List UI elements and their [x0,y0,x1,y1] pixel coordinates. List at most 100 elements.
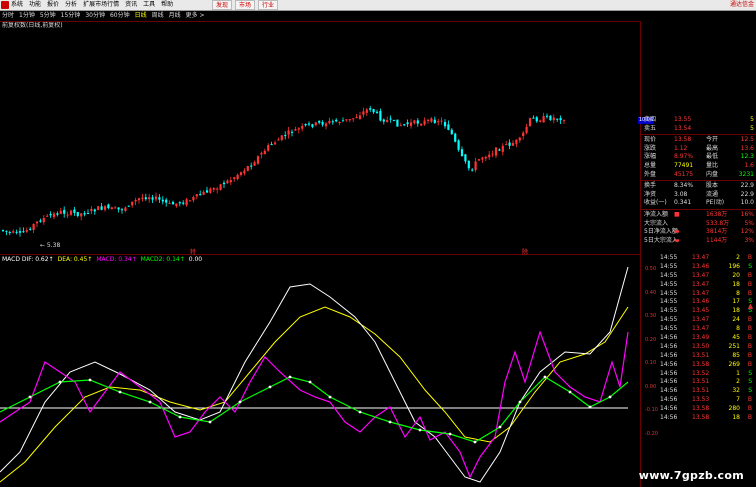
quote-value: ▬ [674,228,680,236]
ext-button[interactable]: 行业 [258,0,279,10]
candle-body [52,213,56,218]
candle-body [532,117,535,119]
period-tab[interactable]: 15分钟 [61,11,81,21]
candle-body [494,147,498,156]
candle-body [450,129,453,135]
period-tab[interactable]: 日线 [135,11,147,21]
quote-value-2: 13.6 [740,144,754,152]
ext-button[interactable]: 发现 [212,0,233,10]
candle-body [301,125,304,129]
quote-value: 45175 [674,170,694,178]
quote-value-2: 16% [740,210,754,218]
quote-value: 13.58 [674,136,692,144]
tick-row: 14:55 13.47 8 B [642,325,756,334]
tick-time: 14:55 [660,254,678,261]
macd2-dot [388,420,392,424]
candle-body [243,170,246,174]
candle-body [382,119,385,122]
chart-title: 前复权数(日线,前复权) [2,22,63,29]
candle-body [464,154,467,162]
menu-item[interactable]: 分析 [65,1,77,9]
tick-volume: 45 [732,334,740,342]
candle-body [8,231,11,233]
tick-price: 13.58 [692,405,710,413]
quote-value: ■ [674,210,680,218]
candle-body [171,201,175,205]
candle-body [321,122,324,125]
candle-body [311,124,314,127]
candle-body [365,109,368,113]
period-tab[interactable]: 60分钟 [110,11,130,21]
tick-time: 14:56 [660,387,678,395]
candle-body [76,211,79,217]
period-tab[interactable]: 1分钟 [19,11,35,21]
candle-body [348,119,351,121]
quote-value: 8.97% [674,153,694,161]
tick-scrollbar[interactable]: ▲ [745,300,756,450]
quote-value-2: 3231 [738,170,754,178]
period-tab[interactable]: 分时 [2,11,14,21]
menu-item[interactable]: 资讯 [125,1,137,9]
candle-body [379,110,382,121]
macd-chart[interactable] [0,262,640,487]
candle-body [488,154,491,158]
candle-body [511,142,515,146]
tick-price: 13.47 [692,271,710,279]
quote-value-2: 12% [740,228,754,236]
candle-body [396,119,399,127]
macd2-dot [308,380,312,384]
candle-body [481,157,484,160]
menu-item[interactable]: 报价 [47,1,59,9]
quote-value: 1.12 [674,144,688,152]
candle-body [69,210,73,215]
quote-row: 大宗流入 533.8万 5% [642,220,756,229]
quote-value: 13.55 [674,116,692,123]
candle-body [124,207,127,211]
ext-button[interactable]: 市场 [235,0,256,10]
menu-item[interactable]: 功能 [29,1,41,9]
candlestick-chart[interactable]: ← 5.38 特 除 [0,30,640,255]
menu-item[interactable]: 帮助 [161,1,173,9]
tick-row: 14:56 13.53 7 B [642,396,756,405]
menu-item[interactable]: 工具 [143,1,155,9]
menu-item[interactable]: 系统 [11,1,23,9]
macd2-dot [608,395,612,399]
candle-body [35,221,39,224]
period-toolbar: 分时 1分钟 5分钟 15分钟 30分钟 60分钟 日线 周线 月线 更多 > [0,11,642,21]
candle-body [93,209,96,212]
quote-panel: 卖四 13.55 5 卖五 13.54 5 现价 13.58 今开 12.5 涨跌 1.12 最高 13.… [642,116,756,245]
quote-row: 卖五 13.54 5 [642,125,756,134]
tick-time: 14:55 [660,325,678,333]
candle-body [307,123,311,125]
candle-body [443,121,447,127]
period-tab[interactable]: 30分钟 [85,11,105,21]
candle-body [290,131,294,133]
candle-body [528,118,532,127]
candle-body [209,188,212,193]
candle-body [314,122,317,126]
period-tab[interactable]: 周线 [152,11,164,21]
period-tab[interactable]: 更多 > [186,11,205,21]
tick-price: 13.52 [692,369,710,377]
tick-time: 14:56 [660,351,678,359]
quote-row: 净流入额 ■ 1638万 16% [642,211,756,220]
macd2-dot [148,400,152,404]
quote-label: 卖五 [644,124,657,132]
tick-time: 14:55 [660,280,678,288]
quote-row: 卖四 13.55 5 [642,116,756,125]
candle-body [90,208,93,212]
tick-time: 14:55 [660,271,678,279]
notice-text[interactable]: 通达信金 [730,1,754,9]
period-tab[interactable]: 月线 [169,11,181,21]
scroll-up-icon[interactable]: ▲ [745,300,756,313]
axis-label: 0.00 [645,383,657,390]
candle-body [25,230,28,232]
menu-item[interactable]: 扩展市场行情 [83,1,119,9]
candle-body [362,111,365,115]
candle-body [355,117,358,119]
candle-body [324,123,328,127]
tick-time: 14:56 [660,360,678,368]
tick-row: 14:55 13.46 196 S [642,263,756,272]
tick-time: 14:56 [660,396,678,404]
period-tab[interactable]: 5分钟 [40,11,56,21]
